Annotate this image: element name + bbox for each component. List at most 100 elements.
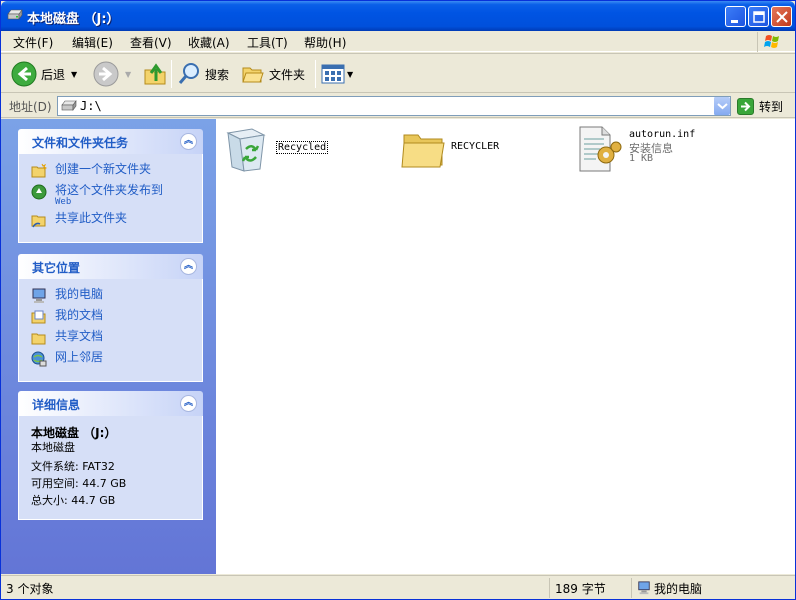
place-label: 网上邻居	[55, 350, 104, 364]
menu-bar: 文件(F) 编辑(E) 查看(V) 收藏(A) 工具(T) 帮助(H)	[1, 31, 795, 52]
task-sublabel: Web	[55, 197, 72, 207]
forward-arrow-icon	[93, 61, 119, 87]
network-icon	[31, 351, 47, 367]
views-icon	[321, 64, 345, 84]
task-pane: 文件和文件夹任务 ︽ 创建一个新文件夹 将这个文件夹发布到 Web 共享此文件夹…	[1, 119, 216, 574]
maximize-icon	[753, 11, 765, 23]
forward-button[interactable]: ▼	[93, 60, 131, 88]
menu-view[interactable]: 查看(V)	[130, 34, 172, 51]
status-size: 189 字节	[555, 582, 606, 596]
collapse-icon[interactable]: ︽	[180, 258, 197, 275]
menu-help[interactable]: 帮助(H)	[304, 34, 346, 51]
place-label: 我的电脑	[55, 287, 104, 301]
share-folder-icon	[31, 215, 46, 228]
status-location: 我的电脑	[654, 582, 703, 596]
address-label: 地址(D)	[9, 100, 52, 114]
minimize-icon	[731, 20, 738, 23]
place-label: 共享文档	[55, 329, 104, 343]
file-item-recycled[interactable]: Recycled	[222, 125, 342, 175]
details-panel-header[interactable]: 详细信息 ︽	[18, 391, 203, 416]
detail-drive-type: 本地磁盘	[31, 441, 75, 454]
detail-drive-name: 本地磁盘 （J:）	[31, 426, 117, 440]
minimize-button[interactable]	[725, 6, 746, 27]
folder-icon	[401, 134, 445, 168]
window-title: 本地磁盘 （J:）	[27, 12, 120, 27]
my-computer-icon	[32, 288, 46, 303]
views-dropdown-icon[interactable]: ▼	[347, 70, 353, 79]
recycle-bin-icon	[226, 128, 266, 172]
title-bar[interactable]: 本地磁盘 （J:）	[1, 1, 795, 31]
status-divider	[631, 578, 632, 598]
status-divider	[549, 578, 550, 598]
detail-free-space: 可用空间: 44.7 GB	[31, 477, 127, 490]
folder-up-icon	[144, 63, 166, 85]
file-size: 1 KB	[629, 153, 654, 164]
address-bar: 地址(D) J:\ 转到	[1, 94, 795, 118]
file-item-autorun[interactable]: autorun.inf 安装信息 1 KB	[576, 125, 726, 175]
place-my-documents[interactable]: 我的文档	[31, 308, 192, 325]
toolbar-separator	[171, 60, 172, 88]
other-places-panel: 其它位置 ︽ 我的电脑 我的文档 共享文档 网上邻居	[18, 254, 203, 382]
menu-file[interactable]: 文件(F)	[13, 34, 53, 51]
task-new-folder[interactable]: 创建一个新文件夹	[31, 162, 192, 179]
status-object-count: 3 个对象	[6, 582, 54, 596]
back-arrow-icon	[11, 61, 37, 87]
tasks-panel-title: 文件和文件夹任务	[32, 136, 129, 150]
setup-info-icon	[579, 126, 622, 172]
close-icon	[776, 11, 788, 23]
my-computer-icon	[638, 581, 650, 595]
folders-button[interactable]: 文件夹	[241, 60, 305, 88]
up-button[interactable]	[143, 60, 167, 88]
place-network[interactable]: 网上邻居	[31, 350, 192, 367]
windows-logo-icon	[757, 32, 785, 52]
search-icon	[178, 63, 199, 84]
menu-tools[interactable]: 工具(T)	[247, 34, 288, 51]
other-places-panel-header[interactable]: 其它位置 ︽	[18, 254, 203, 279]
maximize-button[interactable]	[748, 6, 769, 27]
address-dropdown-button[interactable]	[713, 97, 730, 115]
publish-web-icon	[31, 184, 47, 200]
file-list[interactable]: Recycled RECYCLER autorun.inf 安装信息 1 KB	[216, 119, 795, 574]
detail-total-size: 总大小: 44.7 GB	[31, 494, 116, 507]
menu-edit[interactable]: 编辑(E)	[72, 34, 113, 51]
drive-icon	[7, 9, 23, 20]
menu-favorites[interactable]: 收藏(A)	[188, 34, 230, 51]
file-name: Recycled	[276, 141, 329, 154]
explorer-window: 本地磁盘 （J:） 文件(F) 编辑(E) 查看(V) 收藏(A) 工具(T) …	[0, 0, 796, 600]
folders-icon	[242, 67, 264, 83]
close-button[interactable]	[771, 6, 792, 27]
details-panel-title: 详细信息	[32, 398, 81, 412]
address-input[interactable]: J:\	[57, 96, 731, 116]
toolbar: 后退 ▼ ▼ 搜索 文件夹 ▼	[1, 53, 795, 93]
other-places-panel-title: 其它位置	[32, 261, 81, 275]
file-name: autorun.inf	[629, 129, 696, 140]
new-folder-icon	[31, 163, 47, 178]
place-label: 我的文档	[55, 308, 104, 322]
collapse-icon[interactable]: ︽	[180, 395, 197, 412]
forward-dropdown-icon[interactable]: ▼	[125, 70, 131, 79]
tasks-panel-header[interactable]: 文件和文件夹任务 ︽	[18, 129, 203, 154]
back-button[interactable]: 后退 ▼	[11, 60, 77, 88]
search-button[interactable]: 搜索	[177, 60, 229, 88]
folders-label: 文件夹	[269, 67, 306, 82]
status-bar: 3 个对象 189 字节 我的电脑	[1, 575, 795, 599]
place-my-computer[interactable]: 我的电脑	[31, 287, 192, 304]
search-label: 搜索	[205, 67, 230, 82]
views-button[interactable]: ▼	[321, 60, 353, 88]
file-item-recycler[interactable]: RECYCLER	[400, 125, 530, 175]
file-name: RECYCLER	[451, 141, 500, 152]
back-label: 后退	[41, 67, 66, 82]
collapse-icon[interactable]: ︽	[180, 133, 197, 150]
task-publish-web[interactable]: 将这个文件夹发布到 Web	[31, 183, 192, 207]
go-button[interactable]: 转到	[737, 96, 783, 116]
shared-documents-icon	[31, 333, 46, 345]
back-dropdown-icon[interactable]: ▼	[71, 70, 77, 79]
task-label: 创建一个新文件夹	[55, 162, 152, 176]
tasks-panel: 文件和文件夹任务 ︽ 创建一个新文件夹 将这个文件夹发布到 Web 共享此文件夹	[18, 129, 203, 243]
go-label: 转到	[759, 99, 784, 114]
go-arrow-icon	[737, 97, 754, 115]
task-label: 共享此文件夹	[55, 211, 128, 225]
task-share-folder[interactable]: 共享此文件夹	[31, 211, 192, 228]
place-shared-documents[interactable]: 共享文档	[31, 329, 192, 346]
drive-icon	[61, 100, 77, 111]
